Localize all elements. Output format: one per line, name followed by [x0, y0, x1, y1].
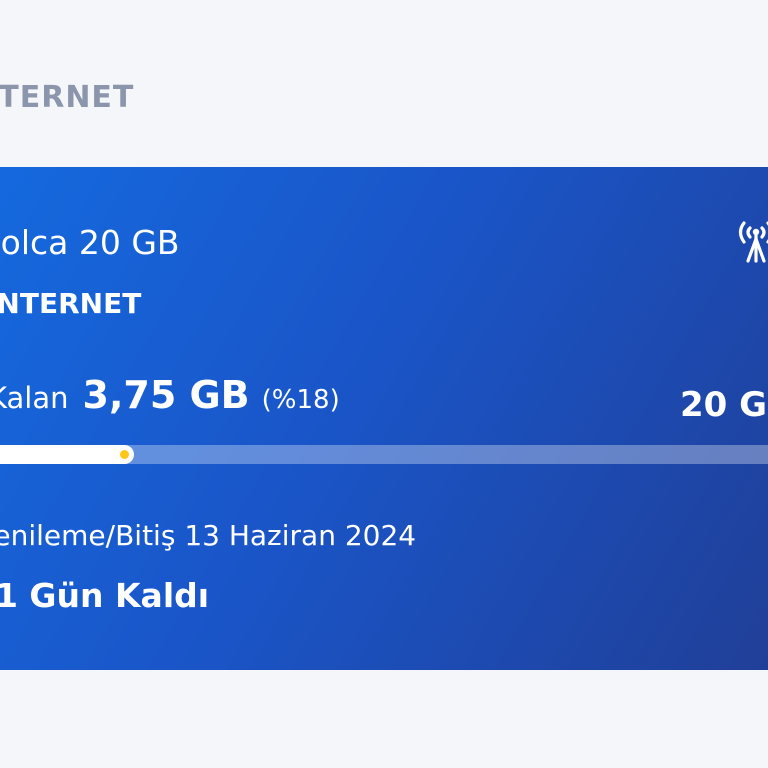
section-title: İNTERNET: [0, 76, 134, 120]
remaining-row: Kalan 3,75 GB (%18): [0, 373, 340, 427]
package-name: Bolca 20 GB: [0, 223, 180, 262]
remaining-percent: (%18): [261, 385, 340, 415]
page: İNTERNET Bolca 20 GB İNTERNET Kalan 3,75 …: [0, 0, 768, 768]
total-quota: 20 GB: [680, 385, 768, 425]
signal-tower-icon: [732, 215, 768, 267]
usage-progress-fill: [0, 445, 134, 464]
usage-progress-bar: [0, 445, 768, 464]
remaining-label: Kalan: [0, 381, 69, 415]
days-left: 11 Gün Kaldı: [0, 576, 210, 615]
section-title-text: İNTERNET: [0, 80, 135, 115]
renewal-date: Yenileme/Bitiş 13 Haziran 2024: [0, 519, 417, 552]
package-type: İNTERNET: [0, 287, 142, 320]
internet-package-card[interactable]: Bolca 20 GB İNTERNET Kalan 3,75 GB (%18) 2…: [0, 167, 768, 670]
progress-indicator-dot: [120, 450, 129, 459]
remaining-amount: 3,75 GB: [82, 373, 250, 417]
